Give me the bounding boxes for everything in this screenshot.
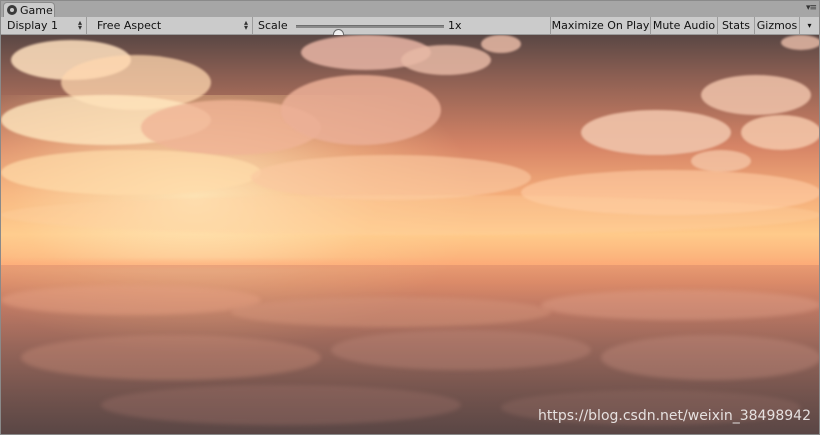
aspect-dropdown-label: Free Aspect	[97, 19, 162, 32]
scale-slider-track[interactable]	[296, 25, 444, 40]
game-toolbar: Display 1 ▴ ▾ Free Aspect ▴ ▾ Scale 1x Max…	[1, 17, 819, 40]
stats-label: Stats	[721, 19, 751, 32]
reflection	[101, 385, 461, 425]
reflection	[541, 290, 819, 320]
game-viewport[interactable]: https://blog.csdn.net/weixin_38498942	[1, 35, 819, 434]
reflection	[231, 297, 551, 327]
scale-label: Scale	[258, 19, 288, 32]
scale-value: 1x	[448, 19, 462, 32]
aspect-dropdown[interactable]: Free Aspect ▴ ▾	[91, 17, 253, 34]
display-dropdown[interactable]: Display 1 ▴ ▾	[1, 17, 87, 34]
mute-audio-label: Mute Audio	[652, 19, 716, 32]
game-window: Game ▾≡ Display 1 ▴ ▾ Free Aspect ▴ ▾ Scal…	[0, 0, 820, 435]
tab-bar: Game ▾≡	[1, 1, 819, 17]
reflection	[21, 335, 321, 380]
gizmos-label: Gizmos	[756, 19, 798, 32]
display-dropdown-label: Display 1	[7, 19, 59, 32]
tab-menu-icon[interactable]: ▾≡	[806, 3, 817, 13]
cloud	[1, 150, 261, 195]
cloud	[401, 45, 491, 75]
reflection	[601, 335, 819, 380]
unity-icon	[7, 5, 17, 15]
cloud	[1, 195, 819, 235]
maximize-on-play-button[interactable]: Maximize On Play	[550, 17, 650, 34]
cloud	[691, 150, 751, 172]
dropdown-arrows-icon: ▴ ▾	[243, 18, 248, 32]
cloud	[781, 35, 819, 50]
scale-control: Scale 1x	[252, 17, 462, 40]
cloud	[251, 155, 531, 200]
dropdown-arrows-icon: ▴ ▾	[77, 18, 82, 32]
cloud	[701, 75, 811, 115]
tab-game[interactable]: Game	[3, 2, 55, 17]
cloud	[481, 35, 521, 53]
cloud	[281, 75, 441, 145]
reflection	[1, 285, 261, 315]
gizmos-dropdown-arrow-icon[interactable]: ▾	[799, 17, 819, 34]
reflection	[331, 330, 591, 370]
maximize-on-play-label: Maximize On Play	[551, 19, 650, 32]
cloud	[581, 110, 731, 155]
mute-audio-button[interactable]: Mute Audio	[650, 17, 717, 34]
stats-button[interactable]: Stats	[717, 17, 754, 34]
cloud	[741, 115, 819, 150]
tab-game-label: Game	[20, 3, 53, 17]
watermark: https://blog.csdn.net/weixin_38498942	[537, 408, 811, 424]
gizmos-button[interactable]: Gizmos	[754, 17, 799, 34]
